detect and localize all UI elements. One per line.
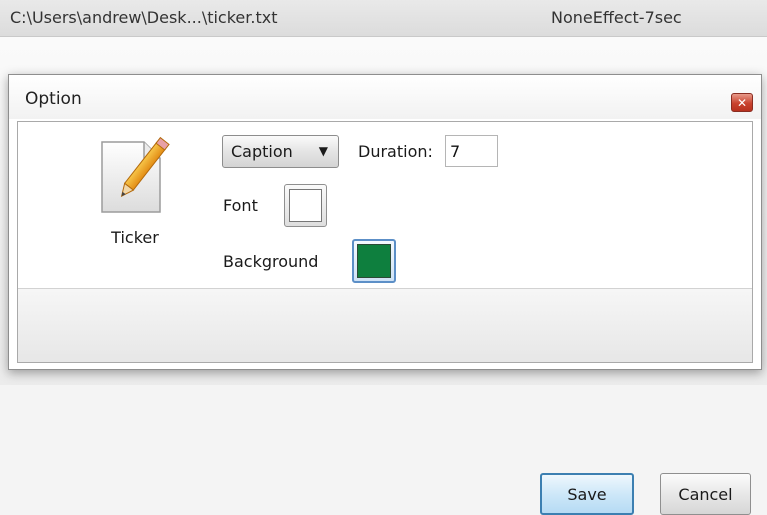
background-file-row[interactable]: C:\Users\andrew\Desk...\ticker.txt NoneE… bbox=[0, 0, 767, 37]
save-button[interactable]: Save bbox=[540, 473, 634, 515]
background-effect-label: NoneEffect-7sec bbox=[551, 8, 682, 27]
dialog-title: Option bbox=[25, 89, 82, 109]
cancel-button[interactable]: Cancel bbox=[660, 473, 751, 515]
ticker-label: Ticker bbox=[111, 228, 159, 247]
font-color-button[interactable] bbox=[284, 184, 327, 227]
options-panel: Ticker Caption ▼ Duration: Font Backgrou… bbox=[18, 122, 752, 288]
background-color-button[interactable] bbox=[352, 239, 396, 283]
font-color-swatch bbox=[289, 189, 322, 222]
duration-label: Duration: bbox=[358, 142, 433, 161]
dialog-footer: Save Cancel bbox=[18, 289, 752, 515]
close-icon: ✕ bbox=[736, 95, 748, 110]
caption-dropdown-value: Caption bbox=[231, 142, 293, 161]
pencil-document-icon bbox=[101, 136, 170, 213]
close-button[interactable]: ✕ bbox=[731, 93, 753, 112]
font-label: Font bbox=[223, 196, 258, 215]
dialog-content: Ticker Caption ▼ Duration: Font Backgrou… bbox=[17, 121, 753, 515]
dialog-titlebar[interactable]: Option ✕ bbox=[9, 75, 761, 119]
dropdown-arrow-icon: ▼ bbox=[318, 144, 328, 158]
option-dialog: Option ✕ Ticker Caption ▼ Duration: 7 Fo… bbox=[8, 74, 762, 515]
background-label: Background bbox=[223, 252, 319, 271]
background-color-swatch bbox=[357, 244, 391, 278]
duration-input[interactable] bbox=[445, 135, 498, 167]
caption-dropdown[interactable]: Caption ▼ bbox=[222, 135, 339, 168]
background-file-path: C:\Users\andrew\Desk...\ticker.txt bbox=[10, 8, 278, 27]
